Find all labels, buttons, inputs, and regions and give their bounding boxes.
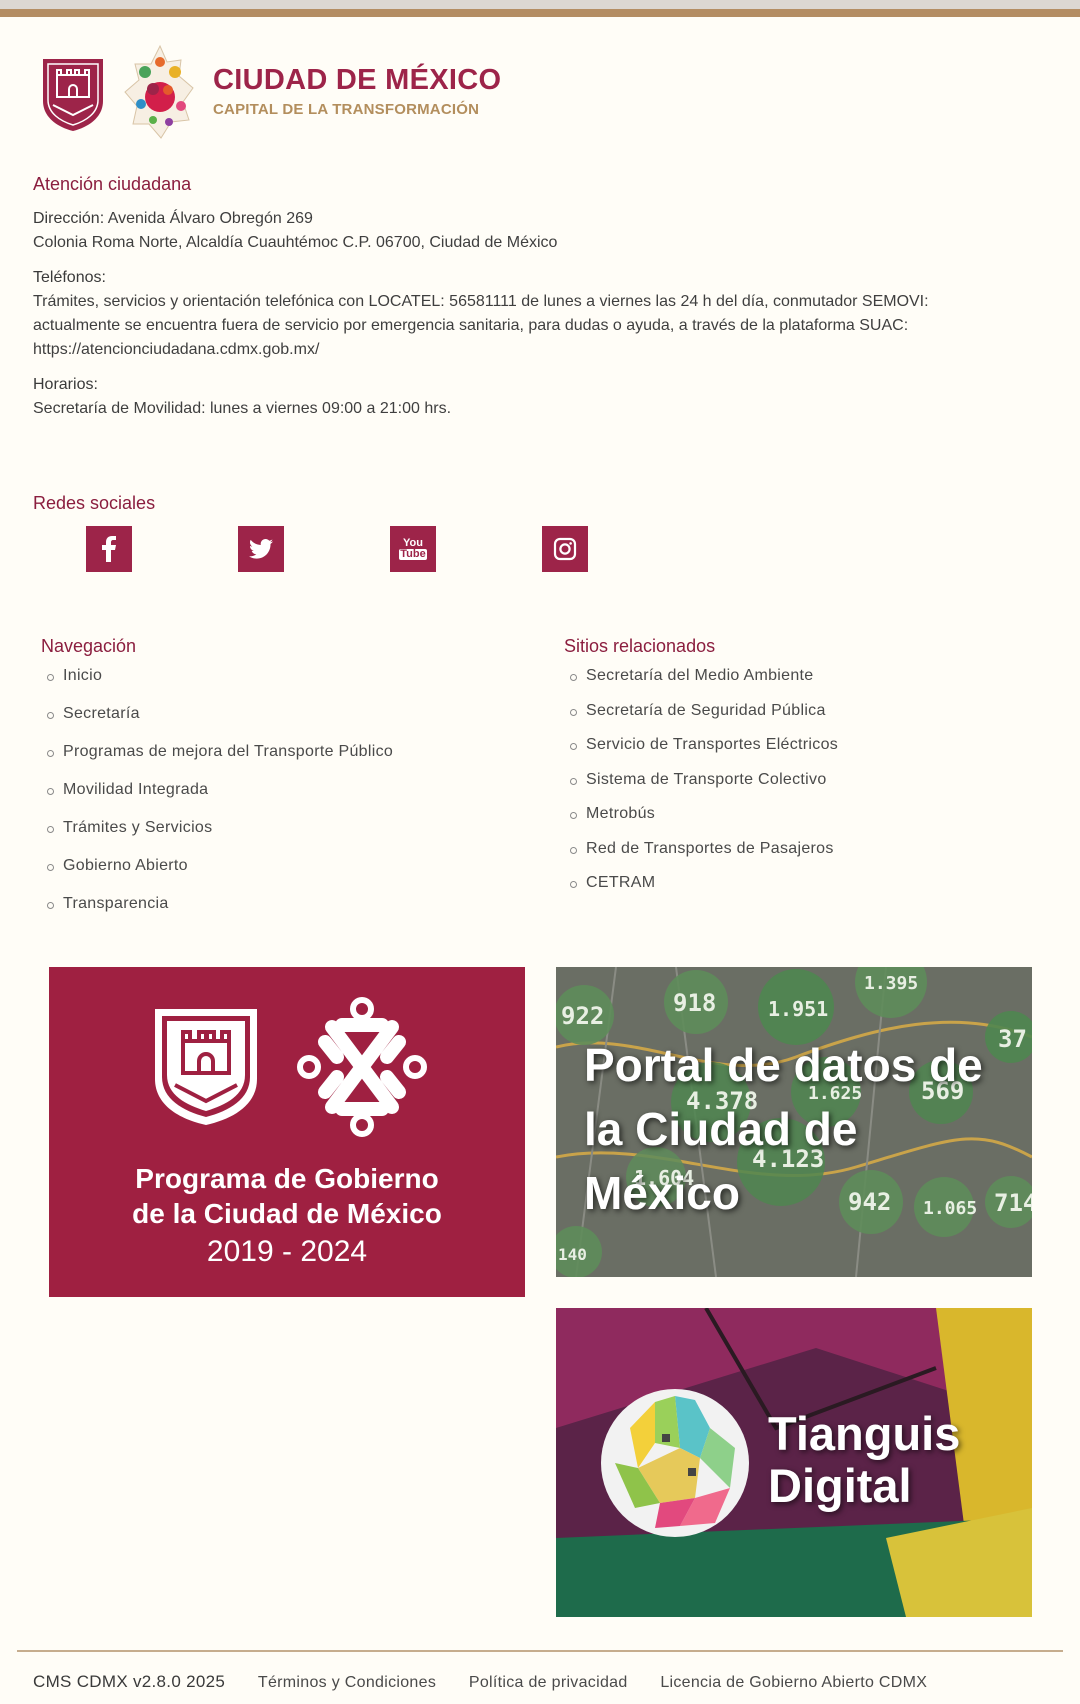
youtube-button[interactable]: You Tube	[390, 526, 436, 572]
instagram-icon	[553, 537, 577, 561]
related-item-medio-ambiente[interactable]: Secretaría del Medio Ambiente	[564, 667, 1044, 702]
tianguis-title: Tianguis Digital	[768, 1408, 960, 1512]
address-line2: Colonia Roma Norte, Alcaldía Cuauhtémoc …	[33, 234, 558, 251]
site-logo[interactable]: CIUDAD DE MÉXICO CAPITAL DE LA TRANSFORM…	[41, 42, 501, 142]
nav-item-programas[interactable]: Programas de mejora del Transporte Públi…	[41, 743, 521, 781]
footer: CMS CDMX v2.8.0 2025 Términos y Condicio…	[33, 1672, 1063, 1692]
social-heading: Redes sociales	[33, 493, 156, 513]
phones: Teléfonos: Trámites, servicios y orienta…	[33, 266, 1043, 362]
related-item-seguridad[interactable]: Secretaría de Seguridad Pública	[564, 702, 1044, 737]
related-sites-section: Sitios relacionados Secretaría del Medio…	[564, 636, 1044, 909]
youtube-icon: You Tube	[399, 538, 427, 560]
instagram-button[interactable]	[542, 526, 588, 572]
navigation-section: Navegación Inicio Secretaría Programas d…	[41, 636, 521, 933]
footer-link-privacidad[interactable]: Política de privacidad	[469, 1674, 628, 1692]
contact-heading: Atención ciudadana	[33, 174, 192, 194]
footer-version: CMS CDMX v2.8.0 2025	[33, 1672, 226, 1691]
nav-item-secretaria[interactable]: Secretaría	[41, 705, 521, 743]
twitter-button[interactable]	[238, 526, 284, 572]
nav-item-transparencia[interactable]: Transparencia	[41, 895, 521, 933]
nav-item-movilidad[interactable]: Movilidad Integrada	[41, 781, 521, 819]
hours-label: Horarios:	[33, 376, 98, 393]
map-number: 922	[561, 1002, 604, 1030]
navigation-heading: Navegación	[41, 636, 137, 656]
cdmx-shield-icon	[43, 59, 103, 131]
related-item-rtp[interactable]: Red de Transportes de Pasajeros	[564, 840, 1044, 875]
logo-title: CIUDAD DE MÉXICO	[213, 64, 502, 96]
data-portal-banner[interactable]: 922 918 1.951 1.395 37 4.378 1.625 569 4…	[556, 967, 1032, 1277]
related-list: Secretaría del Medio Ambiente Secretaría…	[564, 667, 1044, 909]
address-line1: Avenida Álvaro Obregón 269	[107, 210, 313, 227]
phones-label: Teléfonos:	[33, 269, 106, 286]
map-number: 140	[558, 1245, 587, 1264]
footer-link-licencia[interactable]: Licencia de Gobierno Abierto CDMX	[660, 1674, 927, 1692]
related-item-cetram[interactable]: CETRAM	[564, 874, 1044, 909]
program-line2: de la Ciudad de México	[132, 1198, 442, 1229]
tianguis-banner[interactable]: Tianguis Digital	[556, 1308, 1032, 1617]
address: Dirección: Avenida Álvaro Obregón 269 Co…	[33, 207, 1043, 255]
address-label: Dirección:	[33, 210, 105, 227]
logo-subtitle: CAPITAL DE LA TRANSFORMACIÓN	[213, 101, 480, 118]
twitter-icon	[249, 539, 273, 559]
related-heading: Sitios relacionados	[564, 636, 716, 656]
tianguis-logo-icon	[601, 1389, 749, 1537]
top-bar	[0, 0, 1080, 17]
related-item-stc[interactable]: Sistema de Transporte Colectivo	[564, 771, 1044, 806]
program-shield-icon	[155, 1009, 257, 1125]
social-links: You Tube	[33, 526, 633, 576]
hours: Horarios: Secretaría de Movilidad: lunes…	[33, 373, 1043, 421]
map-number: 1.951	[768, 997, 828, 1021]
nav-item-gobierno-abierto[interactable]: Gobierno Abierto	[41, 857, 521, 895]
related-item-metrobus[interactable]: Metrobús	[564, 805, 1044, 840]
facebook-button[interactable]	[86, 526, 132, 572]
map-number: 1.395	[864, 973, 918, 994]
program-knot-icon	[297, 997, 427, 1137]
navigation-list: Inicio Secretaría Programas de mejora de…	[41, 667, 521, 933]
top-bar-accent	[0, 9, 1080, 17]
program-line1: Programa de Gobierno	[135, 1163, 439, 1194]
tianguis-line2: Digital	[768, 1459, 912, 1512]
hours-text: Secretaría de Movilidad: lunes a viernes…	[33, 400, 452, 417]
related-item-ste[interactable]: Servicio de Transportes Eléctricos	[564, 736, 1044, 771]
footer-link-terminos[interactable]: Términos y Condiciones	[258, 1674, 436, 1692]
map-number: 918	[673, 989, 716, 1017]
contact-section: Atención ciudadana Dirección: Avenida Ál…	[33, 172, 1043, 432]
youtube-glyph-bottom: Tube	[399, 548, 427, 560]
heart-flower-icon	[124, 44, 194, 139]
tianguis-line1: Tianguis	[768, 1407, 961, 1460]
phones-text: Trámites, servicios y orientación telefó…	[33, 293, 929, 358]
data-portal-title: Portal de datos de la Ciudad de México	[584, 1039, 983, 1219]
social-section: Redes sociales You Tube	[33, 493, 633, 576]
program-years: 2019 - 2024	[206, 1235, 368, 1268]
nav-item-tramites[interactable]: Trámites y Servicios	[41, 819, 521, 857]
facebook-icon	[102, 536, 116, 562]
program-banner[interactable]: Programa de Gobierno de la Ciudad de Méx…	[49, 967, 525, 1297]
footer-divider	[17, 1650, 1063, 1652]
nav-item-inicio[interactable]: Inicio	[41, 667, 521, 705]
